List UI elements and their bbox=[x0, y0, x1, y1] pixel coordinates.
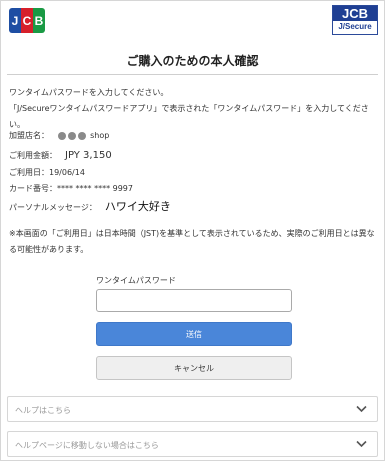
cancel-button[interactable]: キャンセル bbox=[96, 356, 292, 380]
jcb-logo-c: C bbox=[21, 8, 33, 33]
message-value: ハワイ大好き bbox=[104, 200, 171, 213]
intro-line-2: 「J/Secureワンタイムパスワードアプリ」で表示された「ワンタイムパスワード… bbox=[9, 104, 369, 129]
merchant-masked-icon bbox=[57, 131, 88, 140]
help-accordion[interactable]: ヘルプはこちら bbox=[7, 396, 378, 422]
merchant-row: 加盟店名： shop bbox=[9, 130, 109, 141]
merchant-label: 加盟店名： bbox=[9, 131, 49, 140]
title-divider bbox=[7, 74, 378, 75]
jsecure-logo-bottom: J/Secure bbox=[338, 22, 372, 31]
help-redirect-accordion-label: ヘルプページに移動しない場合はこちら bbox=[15, 441, 159, 450]
date-notice: ※本画面の「ご利用日」は日本時間（JST)を基準として表示されているため、実際の… bbox=[9, 229, 375, 254]
otp-input[interactable] bbox=[96, 289, 292, 312]
message-row: パーソナルメッセージ： ハワイ大好き bbox=[9, 198, 171, 214]
jsecure-logo: JCB J/Secure bbox=[332, 5, 378, 35]
header: J C B JCB J/Secure bbox=[1, 1, 384, 41]
message-label: パーソナルメッセージ： bbox=[9, 203, 97, 212]
otp-label: ワンタイムパスワード bbox=[96, 276, 176, 285]
jcb-logo: J C B bbox=[9, 8, 45, 33]
intro-line-1: ワンタイムパスワードを入力してください。 bbox=[9, 88, 169, 97]
help-redirect-accordion[interactable]: ヘルプページに移動しない場合はこちら bbox=[7, 431, 378, 457]
amount-row: ご利用金額： JPY 3,150 bbox=[9, 150, 112, 161]
intro-text: ワンタイムパスワードを入力してください。 「J/Secureワンタイムパスワード… bbox=[9, 85, 384, 133]
card-row: カード番号：**** **** **** 9997 bbox=[9, 184, 133, 193]
jcb-logo-b: B bbox=[33, 8, 45, 33]
chevron-down-icon bbox=[356, 440, 367, 448]
auth-window: J C B JCB J/Secure ご購入のための本人確認 ワンタイムパスワー… bbox=[0, 0, 385, 461]
amount-label: ご利用金額： bbox=[9, 151, 57, 160]
help-accordion-label: ヘルプはこちら bbox=[15, 406, 71, 415]
jsecure-logo-top: JCB bbox=[333, 6, 377, 21]
merchant-value: shop bbox=[90, 131, 110, 140]
page-title: ご購入のための本人確認 bbox=[126, 54, 259, 68]
date-row: ご利用日：19/06/14 bbox=[9, 168, 85, 177]
chevron-down-icon bbox=[356, 405, 367, 413]
send-button[interactable]: 送信 bbox=[96, 322, 292, 346]
jcb-logo-j: J bbox=[9, 8, 21, 33]
amount-value: JPY 3,150 bbox=[65, 150, 112, 161]
